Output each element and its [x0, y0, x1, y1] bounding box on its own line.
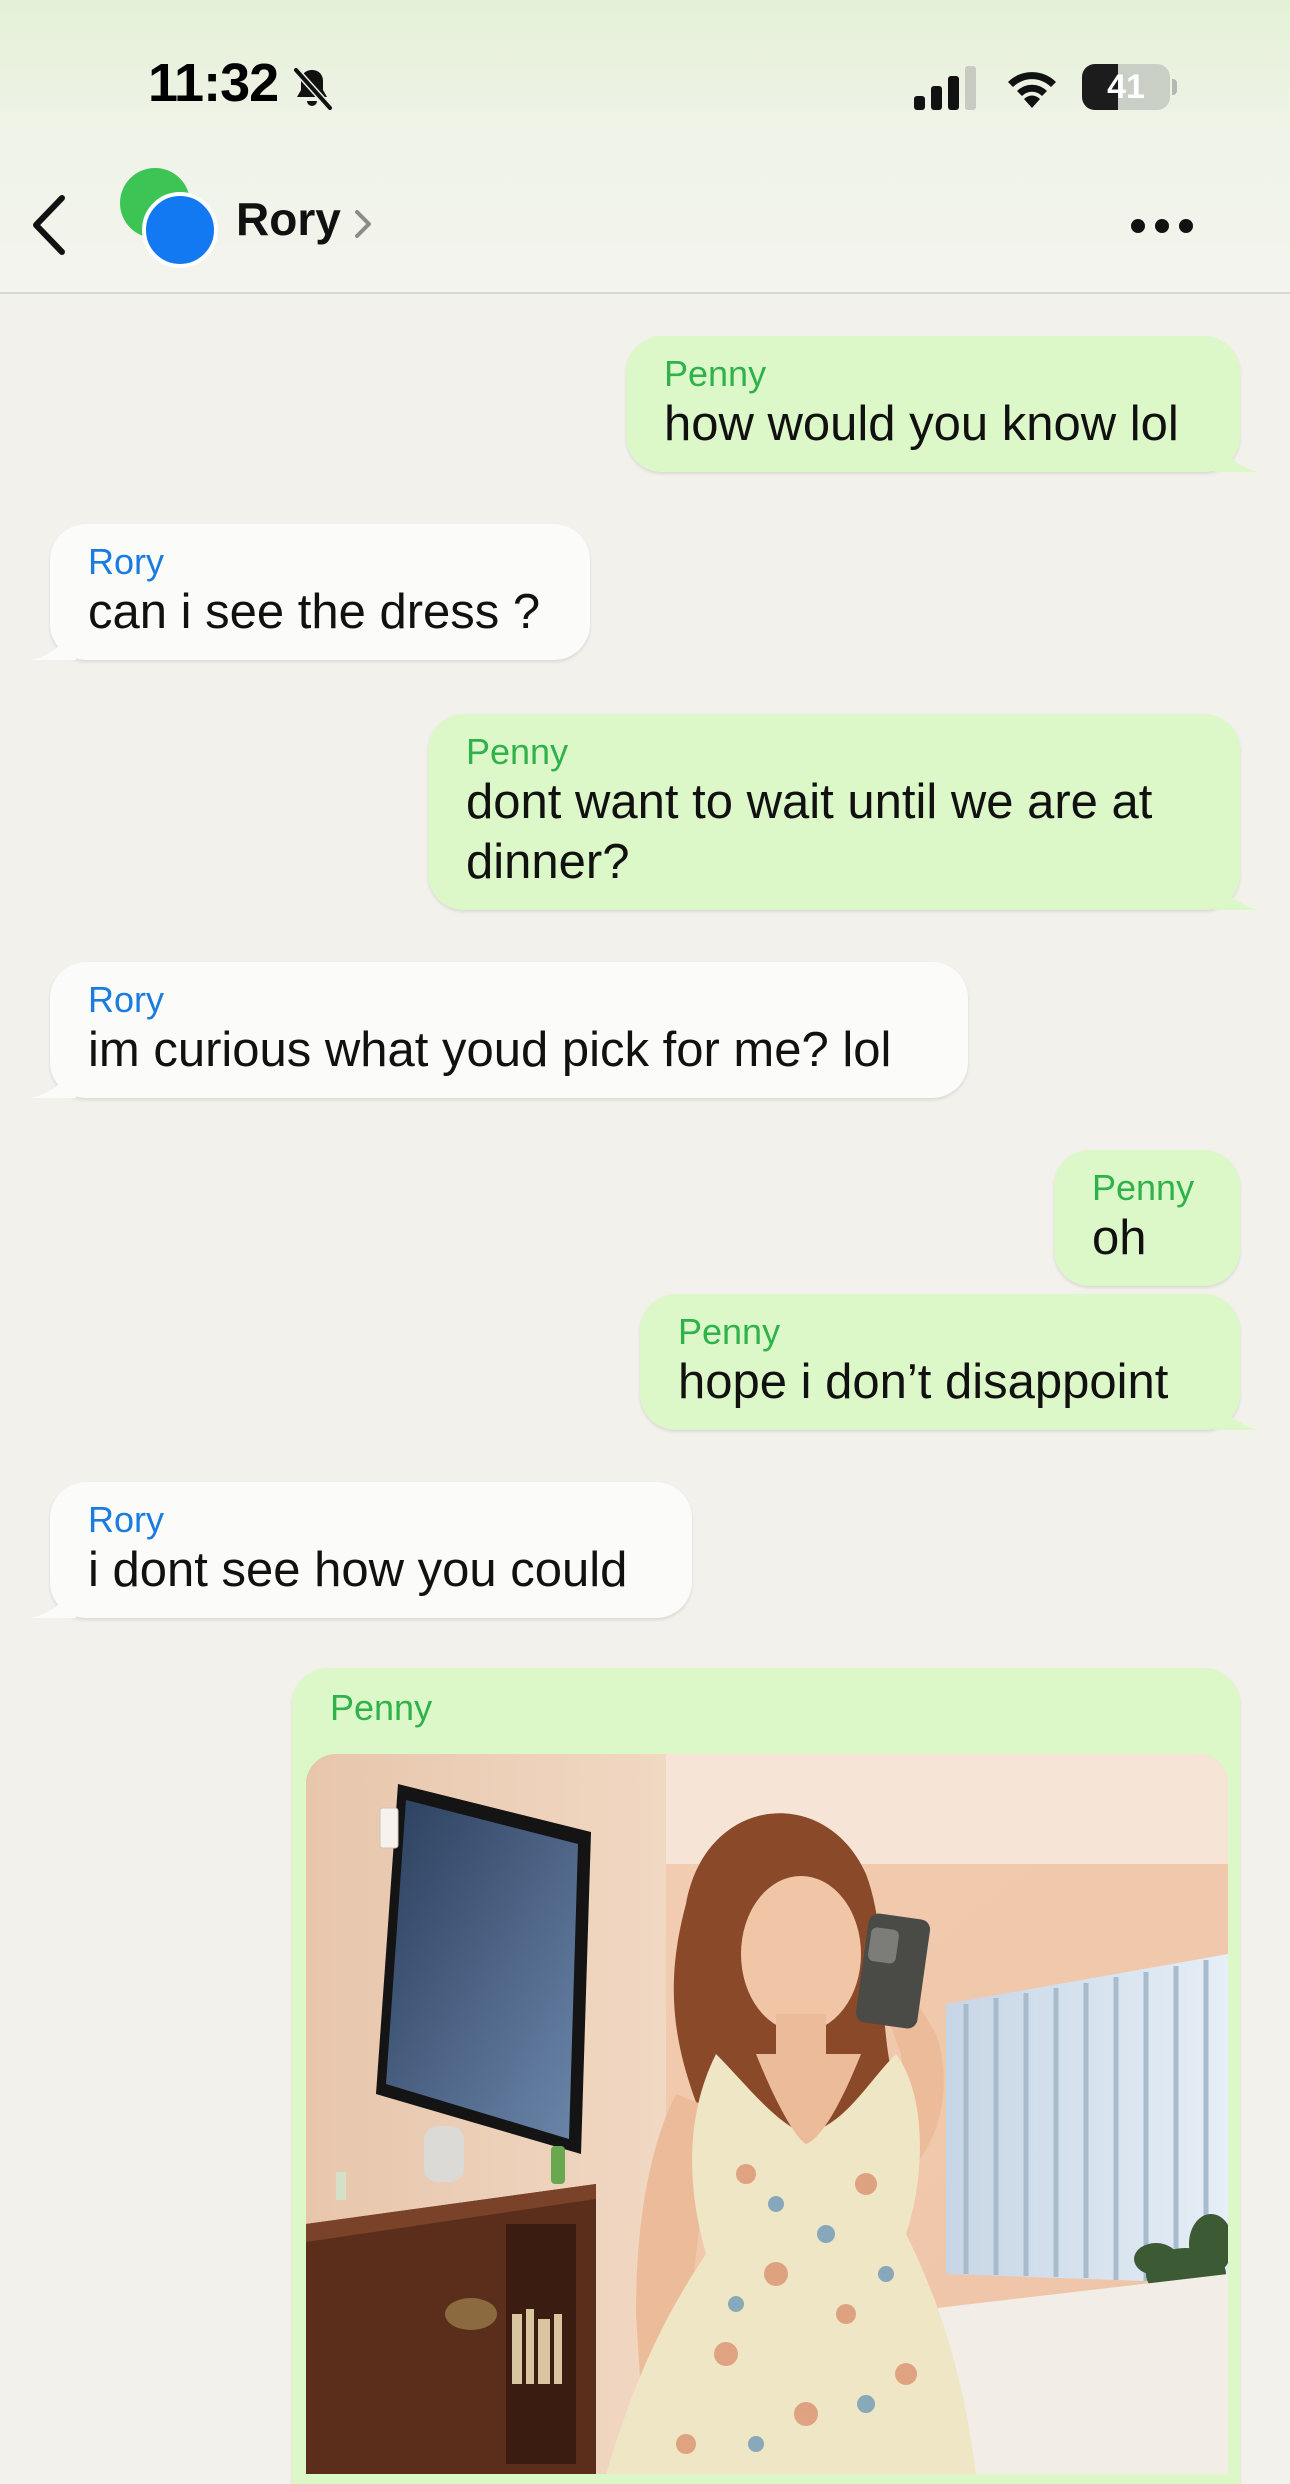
wifi-icon	[1008, 72, 1056, 108]
message-bubble-incoming[interactable]: Rory im curious what youd pick for me? l…	[32, 962, 968, 1098]
message-text: hope i don’t disappoint	[678, 1355, 1169, 1409]
message-sender: Penny	[330, 1687, 433, 1728]
group-avatar[interactable]	[120, 168, 230, 272]
message-bubble-incoming[interactable]: Rory i dont see how you could	[32, 1482, 692, 1618]
message-sender: Rory	[88, 1499, 165, 1540]
message-bubble-incoming[interactable]: Rory can i see the dress ?	[32, 524, 590, 660]
message-text: dinner?	[466, 835, 630, 889]
status-time: 11:32	[148, 53, 279, 113]
contact-name[interactable]: Rory	[236, 192, 341, 246]
message-sender: Rory	[88, 541, 165, 582]
chevron-right-icon[interactable]	[352, 206, 374, 242]
message-sender: Penny	[466, 731, 569, 772]
message-sender: Penny	[664, 353, 767, 394]
message-text: im curious what youd pick for me? lol	[88, 1023, 892, 1077]
battery-icon: 41	[1082, 64, 1177, 110]
photo-image	[306, 1754, 1228, 2474]
message-sender: Rory	[88, 979, 165, 1020]
photo-attachment[interactable]	[306, 1754, 1228, 2474]
message-text: oh	[1092, 1211, 1147, 1265]
more-icon[interactable]	[1130, 218, 1194, 234]
message-bubble-outgoing[interactable]: Penny hope i don’t disappoint	[640, 1294, 1258, 1430]
message-text: dont want to wait until we are at	[466, 775, 1153, 829]
message-sender: Penny	[1092, 1167, 1195, 1208]
bell-slash-icon	[293, 67, 333, 111]
message-bubble-outgoing[interactable]: Penny dont want to wait until we are at …	[428, 714, 1258, 910]
message-text: i dont see how you could	[88, 1543, 628, 1597]
message-bubble-outgoing[interactable]: Penny how would you know lol	[626, 336, 1258, 472]
battery-percentage: 41	[1107, 68, 1145, 106]
message-bubble-outgoing[interactable]: Penny oh	[1054, 1150, 1240, 1286]
message-text: how would you know lol	[664, 397, 1179, 451]
message-sender: Penny	[678, 1311, 781, 1352]
cellular-signal-icon	[914, 66, 976, 110]
message-bubble-photo[interactable]: Penny	[292, 1668, 1240, 2484]
back-chevron-icon[interactable]	[26, 190, 74, 260]
chat-header: 11:32 41 Rory	[0, 0, 1290, 294]
message-text: can i see the dress ?	[88, 585, 541, 639]
